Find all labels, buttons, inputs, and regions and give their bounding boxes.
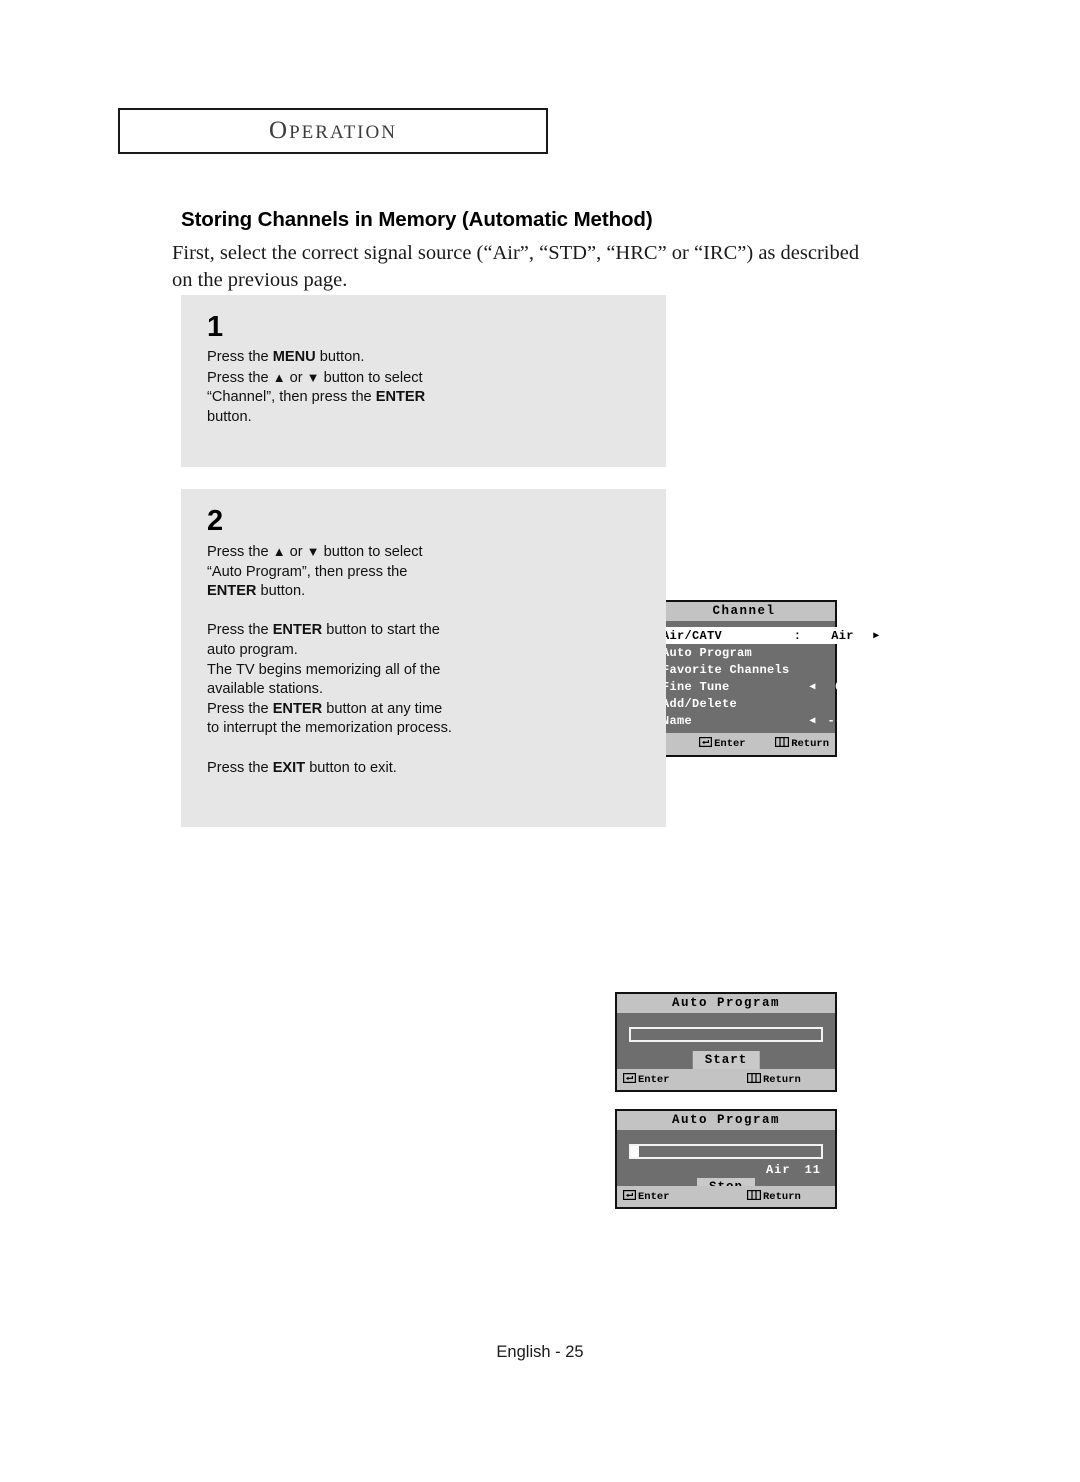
osd-auto-program-running-hintbar: Enter Return — [617, 1186, 835, 1207]
menu-item-favorite-channels[interactable]: Favorite Channels ▶ — [657, 661, 883, 678]
chapter-title: Operation — [269, 117, 397, 145]
emphasized-key-name: ENTER — [272, 622, 323, 639]
right-arrow-icon[interactable]: ▶ — [866, 630, 880, 642]
menu-item-label: Air/CATV — [662, 628, 723, 643]
step-text-run: Press the — [207, 349, 273, 365]
menu-item-label: Auto Program — [662, 645, 753, 660]
step-text-run: or — [285, 544, 307, 560]
osd-auto-program-start-hintbar: Enter Return — [617, 1069, 835, 1090]
enter-key-icon — [623, 1072, 637, 1087]
step-instructions-2: Press the ▲ or ▼ button to select “Auto … — [207, 542, 452, 778]
osd-auto-program-start: Auto Program Start Enter Return — [615, 992, 837, 1092]
menu-return-icon — [747, 1189, 762, 1204]
hint-enter: Enter — [699, 737, 775, 751]
hint-return: Return — [775, 737, 829, 751]
auto-program-progress-bar — [629, 1144, 823, 1159]
osd-auto-program-running: Auto Program Air11 Stop Enter Return — [615, 1109, 837, 1209]
chapter-header-box: Operation — [118, 108, 548, 154]
down-arrow-icon: ▼ — [306, 369, 320, 385]
menu-item-colon: : — [793, 628, 802, 643]
up-arrow-icon: ▲ — [272, 369, 286, 385]
up-arrow-icon: ▲ — [272, 544, 286, 559]
menu-item-label: Favorite Channels — [662, 662, 790, 677]
left-arrow-icon[interactable]: ◀ — [806, 681, 820, 693]
osd-auto-program-start-body: Start — [617, 1013, 835, 1070]
intro-paragraph: First, select the correct signal source … — [172, 242, 860, 291]
step-paragraph: Press the EXIT button to exit. — [207, 759, 452, 779]
emphasized-key-name: ENTER — [375, 389, 426, 406]
page-title: Storing Channels in Memory (Automatic Me… — [181, 208, 653, 231]
menu-item-value: ---- — [827, 713, 858, 728]
right-arrow-icon[interactable]: ▶ — [866, 681, 880, 693]
right-arrow-icon[interactable]: ▶ — [866, 715, 880, 727]
step-paragraph: Press the ENTER button to start the auto… — [207, 621, 452, 739]
start-button[interactable]: Start — [692, 1051, 760, 1070]
step-text-run: Press the — [207, 369, 273, 386]
right-arrow-icon[interactable]: ▶ — [866, 698, 880, 710]
step-number-1: 1 — [207, 311, 224, 343]
step-block-1: 1 Press the MENU button. Press the ▲ or ▼… — [181, 295, 883, 757]
step-paragraph: Press the MENU button. Press the ▲ or ▼ b… — [207, 348, 452, 427]
emphasized-key-name: ENTER — [207, 583, 257, 600]
hint-enter: Enter — [623, 1189, 747, 1204]
hint-enter-label: Enter — [714, 738, 746, 750]
step-text-run: button. — [207, 408, 252, 425]
auto-program-progress-fill — [631, 1146, 639, 1157]
chapter-title-rest: peration — [289, 122, 397, 143]
right-arrow-icon[interactable]: ▶ — [866, 664, 880, 676]
step-text-run: The TV begins memorizing all of the avai… — [207, 661, 441, 698]
menu-item-label: Add/Delete — [662, 696, 738, 711]
step-instructions-1: Press the MENU button. Press the ▲ or ▼ b… — [207, 348, 452, 427]
page-footer: English - 25 — [496, 1343, 584, 1361]
hint-return: Return — [747, 1072, 801, 1087]
emphasized-key-name: EXIT — [272, 759, 306, 776]
down-arrow-icon: ▼ — [306, 544, 320, 559]
enter-key-icon — [699, 737, 713, 751]
emphasized-key-name: MENU — [272, 349, 316, 365]
osd-auto-program-running-title: Auto Program — [617, 1111, 835, 1130]
channel-number-value: 11 — [804, 1163, 821, 1177]
step-text-run: button to exit. — [305, 759, 397, 776]
hint-return-label: Return — [763, 1073, 801, 1086]
auto-program-progress-bar — [629, 1027, 823, 1042]
menu-item-label: Name — [662, 713, 693, 728]
step-number-2: 2 — [207, 505, 224, 537]
osd-channel-item-list: Air/CATV: Air ▶ Auto Program ▶ Favorite Chann… — [651, 621, 889, 733]
menu-item-value: Air — [831, 628, 854, 643]
menu-item-air-catv[interactable]: Air/CATV: Air ▶ — [657, 627, 883, 644]
hint-return-label: Return — [763, 1190, 801, 1203]
hint-enter-label: Enter — [638, 1073, 670, 1086]
step-block-2: 2 Press the ▲ or ▼ button to select “Aut… — [181, 489, 837, 1209]
hint-return: Return — [747, 1189, 801, 1204]
menu-return-icon — [747, 1072, 762, 1087]
step-text-run: Press the — [207, 759, 273, 776]
menu-item-add-delete[interactable]: Add/Delete ▶ — [657, 695, 883, 712]
emphasized-key-name: ENTER — [272, 700, 323, 717]
menu-return-icon — [775, 737, 790, 751]
step-text-run: or — [285, 369, 307, 386]
signal-source-value: Air — [765, 1163, 791, 1177]
right-arrow-icon[interactable]: ▶ — [866, 647, 880, 659]
osd-auto-program-running-body: Air11 Stop — [617, 1130, 835, 1197]
menu-item-value: 00 — [835, 679, 851, 694]
step-text-run: button. — [256, 583, 306, 600]
chapter-title-initial: O — [269, 117, 290, 144]
hint-enter-label: Enter — [638, 1190, 670, 1203]
hint-enter: Enter — [623, 1072, 747, 1087]
menu-item-auto-program[interactable]: Auto Program ▶ — [657, 644, 883, 661]
hint-return-label: Return — [791, 738, 829, 750]
step-paragraph: Press the ▲ or ▼ button to select “Auto … — [207, 542, 452, 602]
left-arrow-icon[interactable]: ◀ — [806, 715, 820, 727]
enter-key-icon — [623, 1189, 637, 1204]
auto-program-status: Air 11 — [766, 1163, 821, 1177]
menu-item-label: Fine Tune — [662, 679, 730, 694]
step-text-run: Press the — [207, 622, 273, 639]
step-text-run: Press the — [207, 544, 273, 560]
step-text-run: Press the — [207, 700, 273, 717]
menu-item-fine-tune[interactable]: Fine Tune ◀ 00 ▶ — [657, 678, 883, 695]
osd-auto-program-start-title: Auto Program — [617, 994, 835, 1013]
step-text-run: button. — [315, 349, 365, 365]
menu-item-name[interactable]: Name ◀ ---- ▶ — [657, 712, 883, 729]
